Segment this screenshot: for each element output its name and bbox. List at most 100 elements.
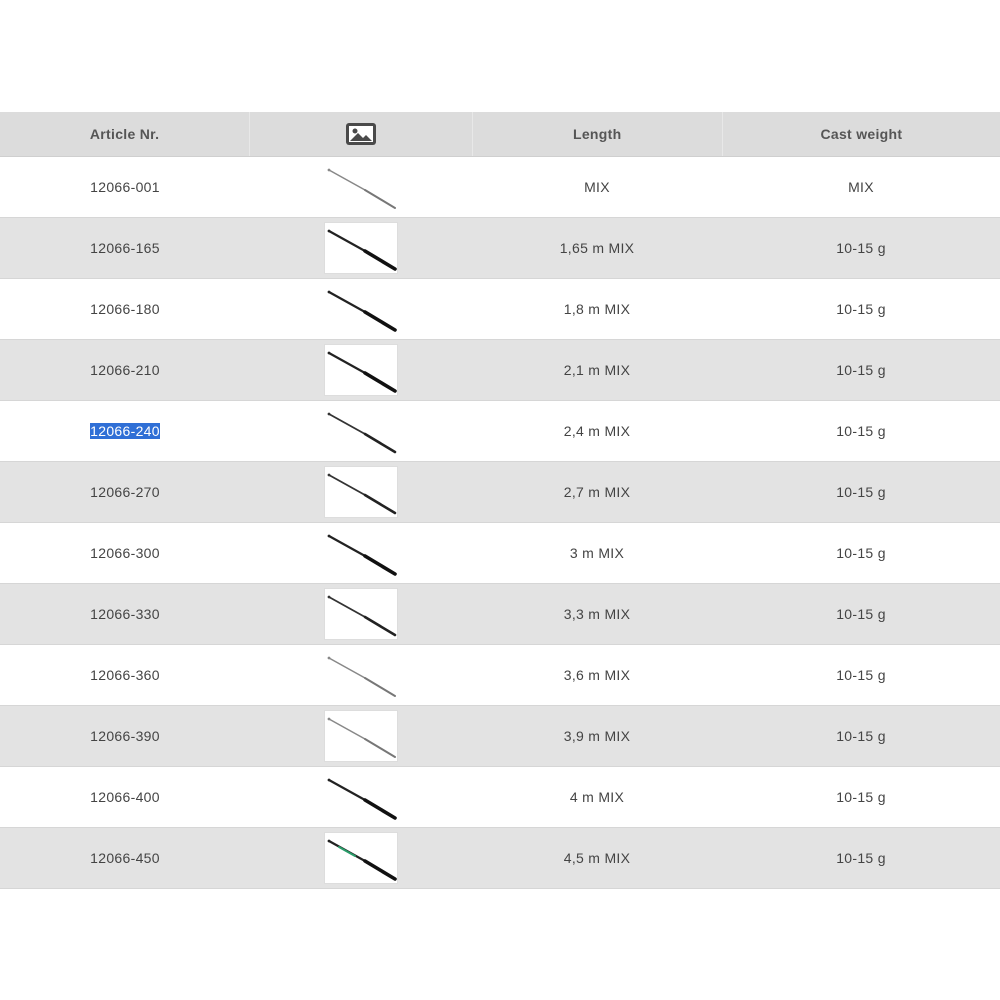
length-cell: 1,65 m MIX — [559, 240, 635, 256]
cast-weight-cell: 10-15 g — [836, 423, 886, 439]
header-article[interactable]: Article Nr. — [0, 112, 251, 156]
product-thumbnail[interactable] — [325, 650, 397, 700]
product-thumbnail[interactable] — [325, 528, 397, 578]
thumbnail-cell — [250, 584, 472, 644]
fishing-rod-icon — [327, 290, 397, 332]
article-cell: 12066-270 — [0, 462, 250, 522]
table-row: 12066-400 4 m MIX 10-15 g — [0, 767, 1000, 828]
table-body: 12066-001 MIX MIX 12066-165 1,65 m MIX 10-15 … — [0, 157, 1000, 889]
thumbnail-cell — [250, 645, 472, 705]
length-cell: 3,9 m MIX — [563, 728, 631, 744]
thumbnail-cell — [250, 767, 472, 827]
product-thumbnail[interactable] — [324, 344, 398, 396]
product-thumbnail[interactable] — [325, 284, 397, 334]
cast-weight-cell: 10-15 g — [836, 789, 886, 805]
cast-weight-cell: 10-15 g — [836, 850, 886, 866]
article-number[interactable]: 12066-400 — [90, 789, 160, 805]
length-cell: 3,6 m MIX — [563, 667, 631, 683]
length-cell: MIX — [584, 179, 610, 195]
cast-weight-cell: 10-15 g — [836, 728, 886, 744]
fishing-rod-icon — [327, 229, 397, 271]
length-cell: 3,3 m MIX — [563, 606, 631, 622]
table-row: 12066-180 1,8 m MIX 10-15 g — [0, 279, 1000, 340]
fishing-rod-icon — [327, 595, 397, 637]
fishing-rod-icon — [327, 168, 396, 209]
length-cell: 4,5 m MIX — [563, 850, 631, 866]
cast-weight-cell: 10-15 g — [836, 240, 886, 256]
product-thumbnail[interactable] — [324, 222, 398, 274]
length-cell: 2,7 m MIX — [563, 484, 631, 500]
article-number[interactable]: 12066-300 — [90, 545, 160, 561]
table-row: 12066-240 2,4 m MIX 10-15 g — [0, 401, 1000, 462]
table-row: 12066-300 3 m MIX 10-15 g — [0, 523, 1000, 584]
product-table: Article Nr. Length Cast weight 12066-001… — [0, 112, 1000, 889]
table-row: 12066-330 3,3 m MIX 10-15 g — [0, 584, 1000, 645]
fishing-rod-icon — [327, 778, 397, 820]
table-header: Article Nr. Length Cast weight — [0, 112, 1000, 157]
fishing-rod-icon — [327, 412, 397, 454]
article-number[interactable]: 12066-210 — [90, 362, 160, 378]
thumbnail-cell — [250, 279, 472, 339]
cast-weight-cell: 10-15 g — [836, 484, 886, 500]
cast-weight-cell: 10-15 g — [836, 362, 886, 378]
product-thumbnail[interactable] — [324, 466, 398, 518]
article-cell: 12066-210 — [0, 340, 250, 400]
thumbnail-cell — [250, 828, 472, 888]
cast-weight-cell: MIX — [848, 179, 874, 195]
header-image — [250, 112, 473, 156]
article-number[interactable]: 12066-240 — [90, 423, 160, 439]
cast-weight-cell: 10-15 g — [836, 545, 886, 561]
cast-weight-cell: 10-15 g — [836, 606, 886, 622]
fishing-rod-icon — [327, 839, 397, 881]
table-row: 12066-210 2,1 m MIX 10-15 g — [0, 340, 1000, 401]
article-number[interactable]: 12066-390 — [90, 728, 160, 744]
article-cell: 12066-165 — [0, 218, 250, 278]
article-number[interactable]: 12066-270 — [90, 484, 160, 500]
fishing-rod-icon — [327, 656, 396, 697]
article-cell: 12066-001 — [0, 157, 250, 217]
article-cell: 12066-360 — [0, 645, 250, 705]
article-cell: 12066-390 — [0, 706, 250, 766]
fishing-rod-icon — [327, 534, 397, 576]
table-row: 12066-270 2,7 m MIX 10-15 g — [0, 462, 1000, 523]
thumbnail-cell — [250, 462, 472, 522]
length-cell: 1,8 m MIX — [563, 301, 631, 317]
table-row: 12066-165 1,65 m MIX 10-15 g — [0, 218, 1000, 279]
article-number[interactable]: 12066-001 — [90, 179, 160, 195]
product-thumbnail[interactable] — [324, 588, 398, 640]
image-icon — [345, 122, 377, 146]
article-number[interactable]: 12066-360 — [90, 667, 160, 683]
article-cell: 12066-330 — [0, 584, 250, 644]
header-length[interactable]: Length — [473, 112, 723, 156]
article-number[interactable]: 12066-330 — [90, 606, 160, 622]
header-cast-weight[interactable]: Cast weight — [723, 112, 1000, 156]
product-thumbnail[interactable] — [325, 772, 397, 822]
cast-weight-cell: 10-15 g — [836, 667, 886, 683]
table-row: 12066-390 3,9 m MIX 10-15 g — [0, 706, 1000, 767]
product-thumbnail[interactable] — [325, 406, 397, 456]
article-number[interactable]: 12066-180 — [90, 301, 160, 317]
length-cell: 3 m MIX — [569, 545, 625, 561]
product-thumbnail[interactable] — [325, 162, 397, 212]
article-cell: 12066-400 — [0, 767, 250, 827]
thumbnail-cell — [250, 340, 472, 400]
article-cell: 12066-180 — [0, 279, 250, 339]
table-row: 12066-360 3,6 m MIX 10-15 g — [0, 645, 1000, 706]
article-number[interactable]: 12066-165 — [90, 240, 160, 256]
cast-weight-cell: 10-15 g — [836, 301, 886, 317]
thumbnail-cell — [250, 157, 472, 217]
table-row: 12066-450 4,5 m MIX 10-15 g — [0, 828, 1000, 889]
article-cell: 12066-300 — [0, 523, 250, 583]
product-thumbnail[interactable] — [324, 710, 398, 762]
thumbnail-cell — [250, 218, 472, 278]
thumbnail-cell — [250, 706, 472, 766]
fishing-rod-icon — [327, 351, 397, 393]
length-cell: 4 m MIX — [569, 789, 625, 805]
table-row: 12066-001 MIX MIX — [0, 157, 1000, 218]
fishing-rod-icon — [327, 717, 396, 758]
article-number[interactable]: 12066-450 — [90, 850, 160, 866]
product-thumbnail[interactable] — [324, 832, 398, 884]
article-cell: 12066-450 — [0, 828, 250, 888]
length-cell: 2,1 m MIX — [563, 362, 631, 378]
length-cell: 2,4 m MIX — [563, 423, 631, 439]
